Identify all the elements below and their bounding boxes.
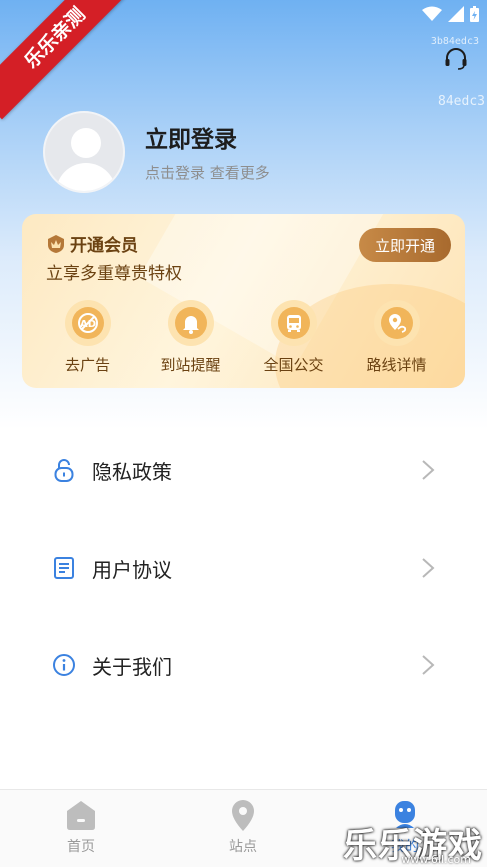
perk-route-detail[interactable]: 路线详情 <box>345 300 448 375</box>
perk-arrival-alert[interactable]: 到站提醒 <box>139 300 242 375</box>
avatar-head <box>71 128 101 158</box>
menu-item-label: 关于我们 <box>92 654 172 679</box>
perk-label: 到站提醒 <box>160 356 221 374</box>
vip-title-label: 开通会员 <box>70 236 138 256</box>
document-icon <box>54 557 74 579</box>
chevron-right-icon <box>422 655 435 675</box>
vip-subtitle: 立享多重尊贵特权 <box>46 264 182 284</box>
menu-item-label: 用户协议 <box>92 557 172 582</box>
crown-shield-icon <box>48 234 64 253</box>
signal-icon <box>448 6 464 22</box>
bus-icon <box>286 315 301 332</box>
menu-item-user-agreement[interactable]: 用户协议 <box>0 538 487 598</box>
vip-title: 开通会员 <box>46 231 138 256</box>
tab-stations[interactable]: 站点 <box>162 790 324 867</box>
avatar-body <box>56 163 116 191</box>
open-vip-button[interactable]: 立即开通 <box>359 228 451 262</box>
perk-national-bus[interactable]: 全国公交 <box>242 300 345 375</box>
menu-item-label: 隐私政策 <box>92 459 172 484</box>
tab-label: 站点 <box>229 839 257 855</box>
wifi-icon <box>422 6 442 21</box>
overlay-hash-large: 84edc3 <box>438 94 485 109</box>
no-ads-icon: AD <box>77 313 98 333</box>
vip-perks: AD 去广告 到站提醒 全国公交 路线详情 <box>22 300 465 375</box>
chevron-right-icon <box>422 460 435 480</box>
avatar[interactable] <box>43 111 125 193</box>
vip-card[interactable]: 开通会员 立享多重尊贵特权 立即开通 AD 去广告 到站提醒 全国公交 路线详情 <box>22 214 465 388</box>
headset-icon[interactable] <box>443 46 469 72</box>
bell-icon <box>182 316 199 334</box>
login-subtitle[interactable]: 点击登录 查看更多 <box>145 162 270 183</box>
watermark-url: www.6ll.com <box>401 853 471 866</box>
info-icon <box>53 654 75 676</box>
location-pin-icon <box>232 800 254 831</box>
login-title[interactable]: 立即登录 <box>145 120 237 154</box>
perk-no-ads[interactable]: AD 去广告 <box>36 300 139 375</box>
perk-label: 全国公交 <box>263 356 324 374</box>
menu-item-privacy-policy[interactable]: 隐私政策 <box>0 440 487 500</box>
home-icon <box>67 801 95 830</box>
status-bar <box>422 6 479 22</box>
chevron-right-icon <box>422 558 435 578</box>
route-pin-icon <box>388 314 406 333</box>
battery-icon <box>470 6 479 22</box>
tab-label: 首页 <box>67 839 95 855</box>
perk-label: 路线详情 <box>366 356 427 374</box>
menu-item-about-us[interactable]: 关于我们 <box>0 635 487 695</box>
perk-label: 去广告 <box>64 356 110 374</box>
lock-icon <box>54 459 74 482</box>
tab-home[interactable]: 首页 <box>0 790 162 867</box>
